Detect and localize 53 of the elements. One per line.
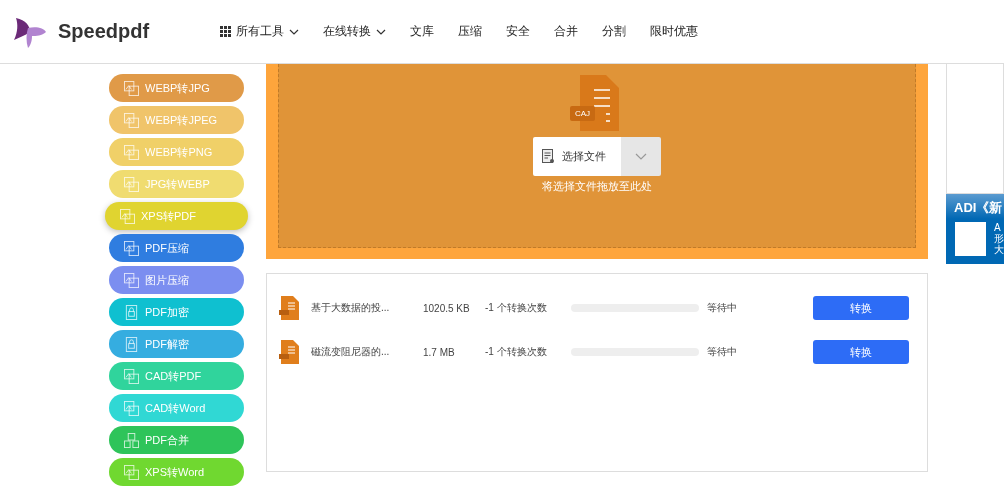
file-size: 1.7 MB: [423, 346, 456, 358]
nav-link[interactable]: 压缩: [446, 23, 494, 40]
picture-icon: [124, 464, 139, 480]
nav-link[interactable]: 所有工具: [208, 23, 311, 40]
image-placeholder: [955, 222, 986, 256]
chevron-down-icon: [376, 28, 386, 35]
file-icon: [279, 339, 299, 365]
picture-icon: [124, 144, 139, 160]
conversion-count: -1 个转换次数: [485, 301, 548, 315]
nav-link[interactable]: 限时优惠: [638, 23, 710, 40]
brand-name[interactable]: Speedpdf: [58, 20, 150, 43]
picture-icon: [124, 272, 139, 288]
chevron-down-icon: [635, 153, 647, 160]
grid-icon: [220, 26, 231, 37]
document-icon: [542, 149, 554, 164]
convert-button[interactable]: 转换: [813, 296, 909, 320]
picture-icon: [124, 176, 139, 192]
picture-icon: [124, 240, 139, 256]
ad-text: 大: [994, 244, 1004, 255]
convert-button[interactable]: 转换: [813, 340, 909, 364]
file-name: 磁流变阻尼器的...: [311, 345, 391, 359]
nav-link[interactable]: 分割: [590, 23, 638, 40]
nav-link[interactable]: 合并: [542, 23, 590, 40]
tool-button[interactable]: PDF解密: [109, 330, 244, 358]
file-icon: [279, 295, 299, 321]
ad-banner[interactable]: ADI《新 A 形 大: [946, 194, 1004, 264]
tool-button[interactable]: WEBP转JPG: [109, 74, 244, 102]
tool-button[interactable]: PDF压缩: [109, 234, 244, 262]
choose-file-button[interactable]: 选择文件: [533, 137, 621, 176]
padlock-icon: [124, 336, 139, 352]
ad-title: ADI《新: [946, 194, 1004, 219]
upload-drop-area[interactable]: CAJ 选择文件 将选择文件拖放至此处: [266, 64, 928, 259]
drop-hint: 将选择文件拖放至此处: [542, 179, 652, 194]
picture-icon: [124, 112, 139, 128]
padlock-icon: [124, 304, 139, 320]
file-size: 1020.5 KB: [423, 302, 471, 314]
chevron-down-icon: [289, 28, 299, 35]
nav-link[interactable]: 文库: [398, 23, 446, 40]
status-text: 等待中: [707, 345, 738, 359]
nav-link[interactable]: 安全: [494, 23, 542, 40]
picture-icon: [124, 80, 139, 96]
documents-icon: [124, 432, 139, 448]
conversion-count: -1 个转换次数: [485, 345, 548, 359]
file-type-label: CAJ: [570, 106, 596, 121]
ad-text: A: [994, 222, 1002, 233]
file-name: 基于大数据的投...: [311, 301, 391, 315]
status-text: 等待中: [707, 301, 738, 315]
picture-icon: [124, 400, 139, 416]
picture-icon: [124, 368, 139, 384]
tool-button[interactable]: 图片压缩: [109, 266, 244, 294]
nav-link[interactable]: 在线转换: [311, 23, 398, 40]
ad-text: 形: [994, 233, 1004, 244]
picture-icon: [120, 208, 135, 224]
